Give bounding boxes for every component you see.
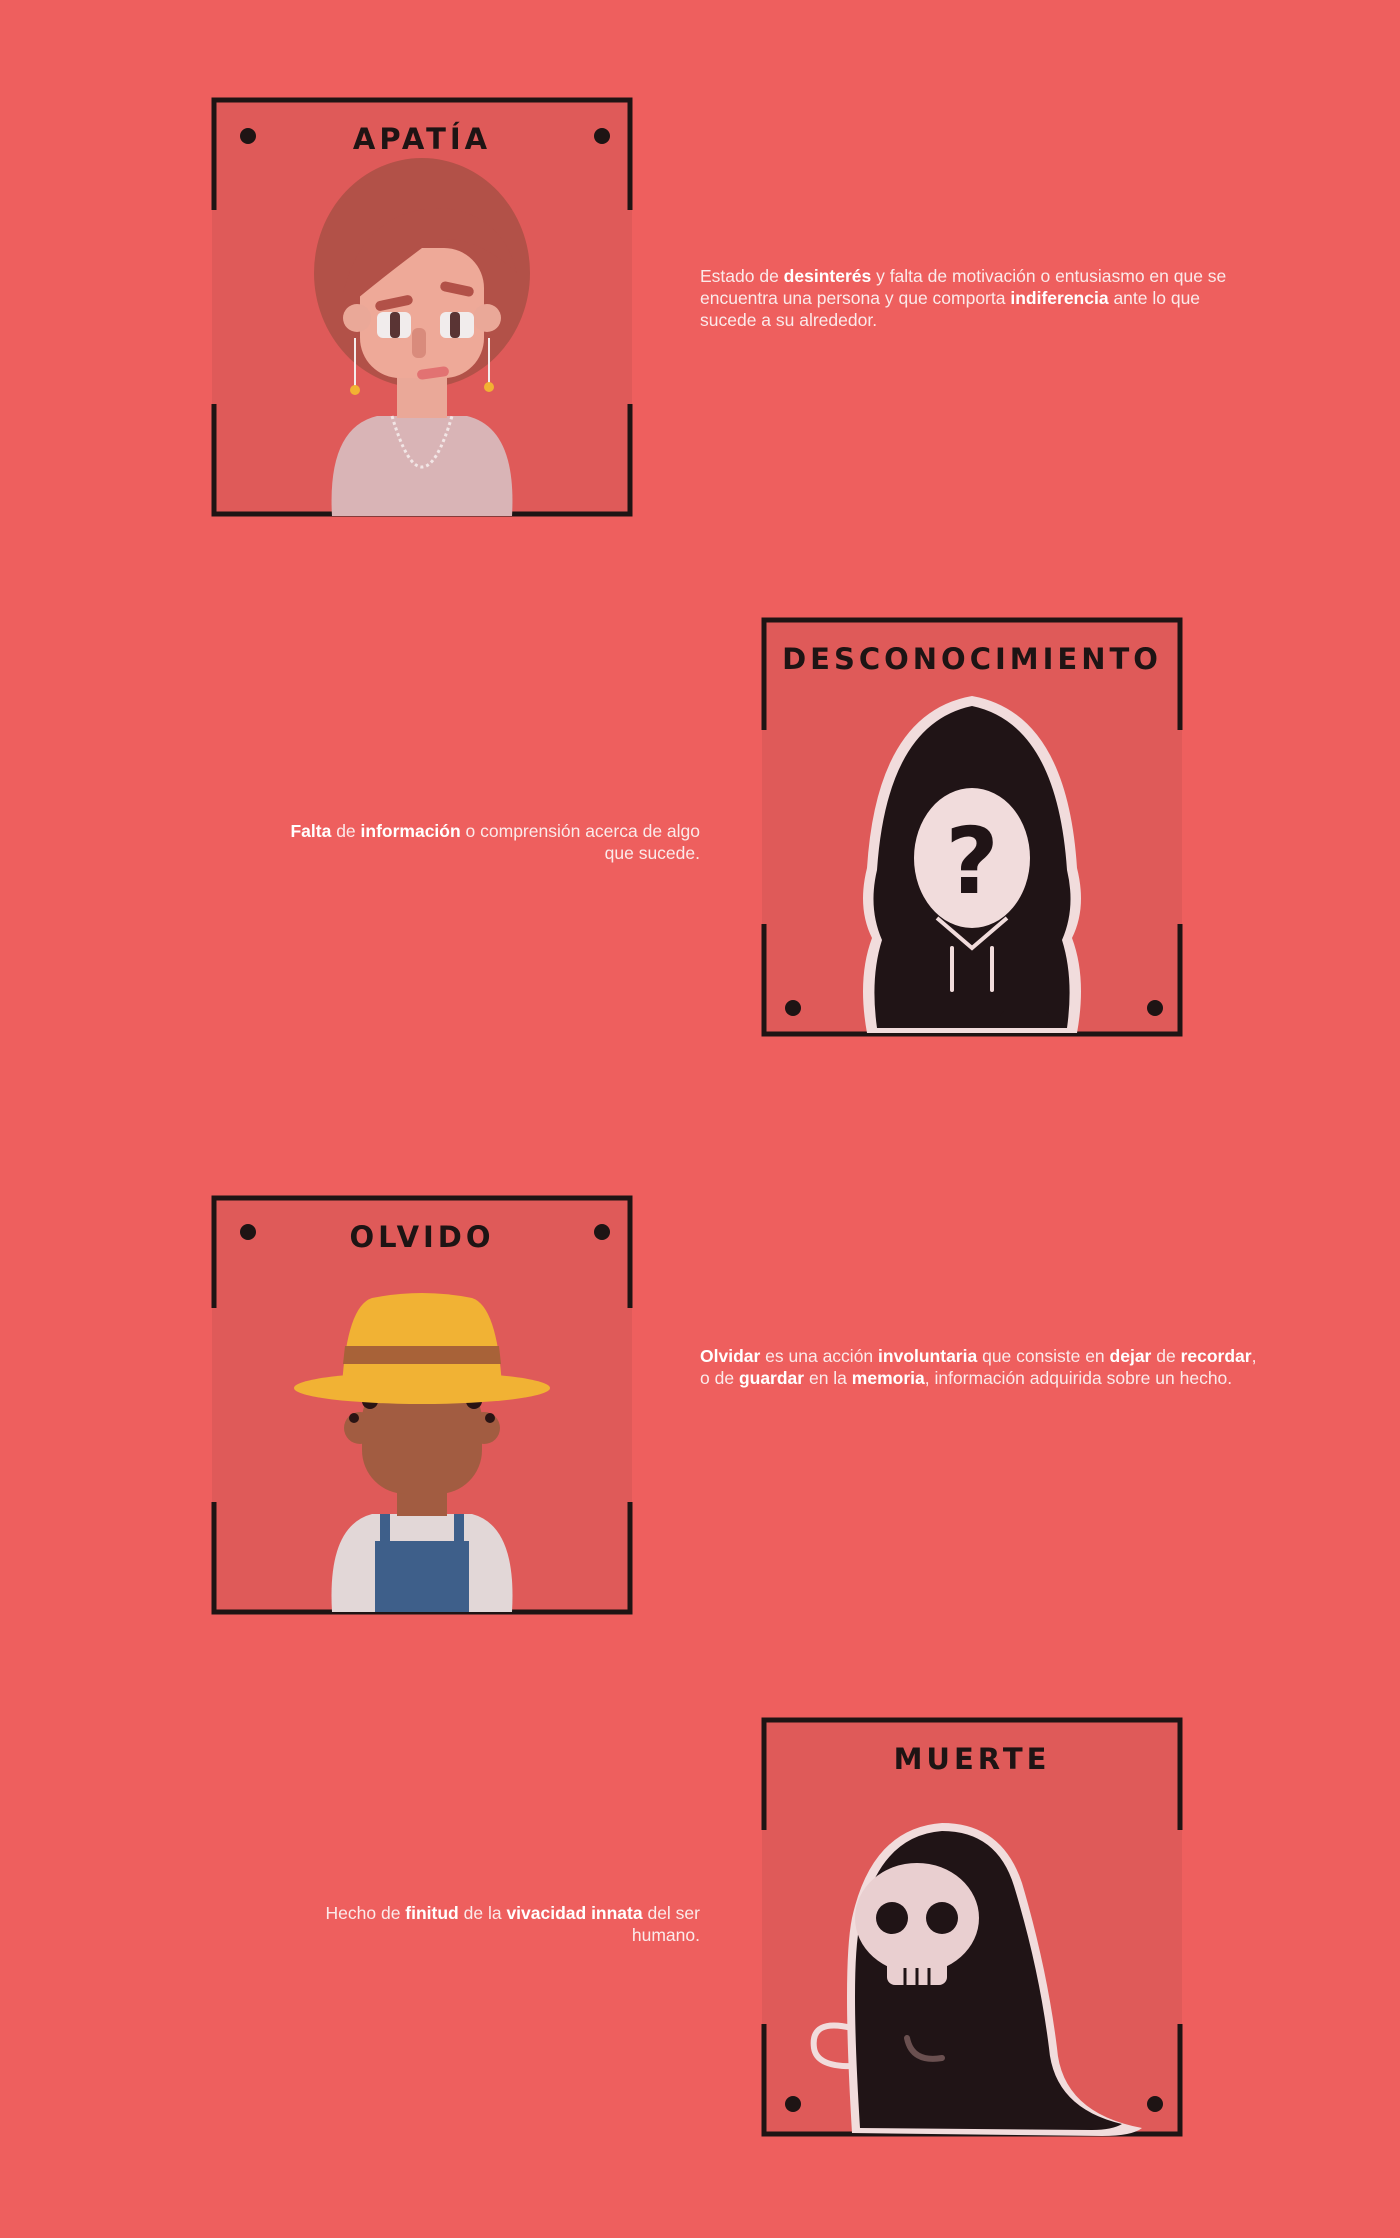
question-mark-icon: ? (945, 808, 998, 915)
description-emphasis: memoria (851, 1368, 925, 1388)
card-apatia: APATÍA (211, 97, 633, 517)
card-description: Olvidar es una acción involuntaria que c… (700, 1345, 1260, 1389)
description-text: en la (804, 1368, 852, 1388)
apatia-woman-illustration (314, 158, 530, 516)
description-emphasis: guardar (738, 1368, 805, 1388)
card-muerte: MUERTE (761, 1717, 1183, 2137)
description-text: Hecho de (325, 1903, 406, 1923)
card-desconocimiento: ? DESCONOCIMIENTO (761, 617, 1183, 1037)
card-description: Hecho de finitud de la vivacidad innata … (260, 1902, 700, 1946)
description-emphasis: dejar (1109, 1346, 1152, 1366)
card-title: DESCONOCIMIENTO (782, 642, 1162, 676)
description-text: de (1151, 1346, 1181, 1366)
description-emphasis: involuntaria (878, 1346, 978, 1366)
card-title: MUERTE (893, 1742, 1051, 1776)
description-text: o comprensión acerca de algo que sucede. (460, 821, 700, 863)
description-text: de la (458, 1903, 507, 1923)
hooded-figure-illustration: ? (863, 696, 1081, 1033)
description-text: , información adquirida sobre un hecho. (924, 1368, 1233, 1388)
description-emphasis: información (360, 821, 461, 841)
description-emphasis: vivacidad innata (506, 1903, 643, 1923)
description-text: es una acción (760, 1346, 879, 1366)
card-olvido: OLVIDO (211, 1195, 633, 1615)
grim-reaper-illustration (810, 1823, 1142, 2136)
card-title: OLVIDO (349, 1220, 495, 1254)
olvido-faceless-farmer-illustration (294, 1293, 550, 1612)
card-title: APATÍA (352, 122, 492, 156)
description-emphasis: desinterés (783, 266, 872, 286)
description-emphasis: recordar (1180, 1346, 1252, 1366)
description-text: Estado de (700, 266, 784, 286)
description-emphasis: finitud (405, 1903, 459, 1923)
description-text: que consiste en (977, 1346, 1110, 1366)
description-emphasis: Falta (290, 821, 332, 841)
description-emphasis: indiferencia (1010, 288, 1109, 308)
card-description: Falta de información o comprensión acerc… (260, 820, 700, 864)
description-text: de (331, 821, 361, 841)
description-text: del ser humano. (631, 1903, 700, 1945)
card-description: Estado de desinterés y falta de motivaci… (700, 265, 1260, 331)
description-emphasis: Olvidar (700, 1346, 761, 1366)
